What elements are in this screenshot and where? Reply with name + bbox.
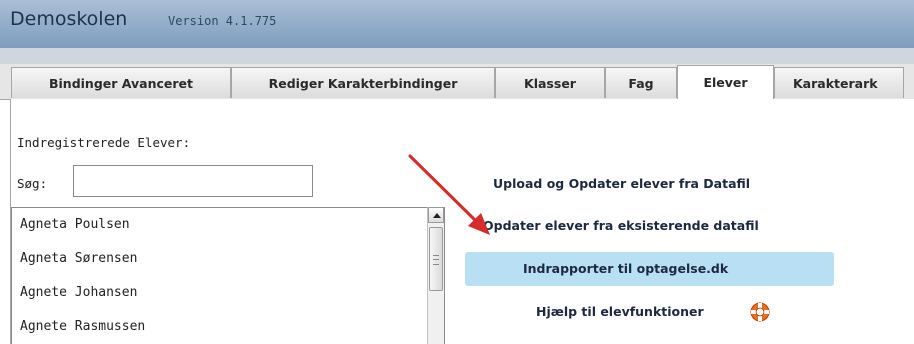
tab-klasser[interactable]: Klasser	[495, 67, 605, 98]
app-header: Demoskolen Version 4.1.775	[0, 0, 914, 48]
tab-fag[interactable]: Fag	[605, 67, 677, 98]
students-heading: Indregistrerede Elever:	[17, 135, 191, 150]
update-students-link[interactable]: Opdater elever fra eksisterende datafil	[483, 218, 759, 233]
grip-icon	[433, 255, 439, 265]
search-label: Søg:	[17, 176, 48, 191]
student-list[interactable]: Agneta Poulsen Agneta Sørensen Agnete Jo…	[11, 207, 445, 344]
list-item[interactable]: Agnete Johansen	[20, 285, 137, 300]
search-input[interactable]	[73, 165, 313, 197]
tab-rediger-karakterbindinger[interactable]: Rediger Karakterbindinger	[231, 67, 495, 98]
lifebuoy-icon[interactable]	[749, 301, 771, 323]
header-band	[0, 48, 914, 64]
upload-students-link[interactable]: Upload og Opdater elever fra Datafil	[493, 176, 750, 191]
list-scrollbar[interactable]	[427, 207, 444, 344]
app-version: Version 4.1.775	[168, 14, 277, 28]
tab-elever[interactable]: Elever	[677, 65, 774, 100]
tab-bar: Bindinger Avanceret Rediger Karakterbind…	[0, 64, 914, 100]
tab-karakterark[interactable]: Karakterark	[774, 67, 904, 98]
app-title: Demoskolen	[10, 8, 128, 30]
scroll-up-button[interactable]	[428, 207, 444, 223]
report-optagelse-link[interactable]: Indrapporter til optagelse.dk	[523, 261, 728, 276]
list-item[interactable]: Agnete Rasmussen	[20, 319, 145, 334]
scroll-thumb[interactable]	[429, 227, 443, 291]
tab-bindinger-avanceret[interactable]: Bindinger Avanceret	[11, 67, 231, 98]
list-item[interactable]: Agneta Sørensen	[20, 251, 137, 266]
help-link[interactable]: Hjælp til elevfunktioner	[536, 304, 704, 319]
list-item[interactable]: Agneta Poulsen	[20, 217, 130, 232]
